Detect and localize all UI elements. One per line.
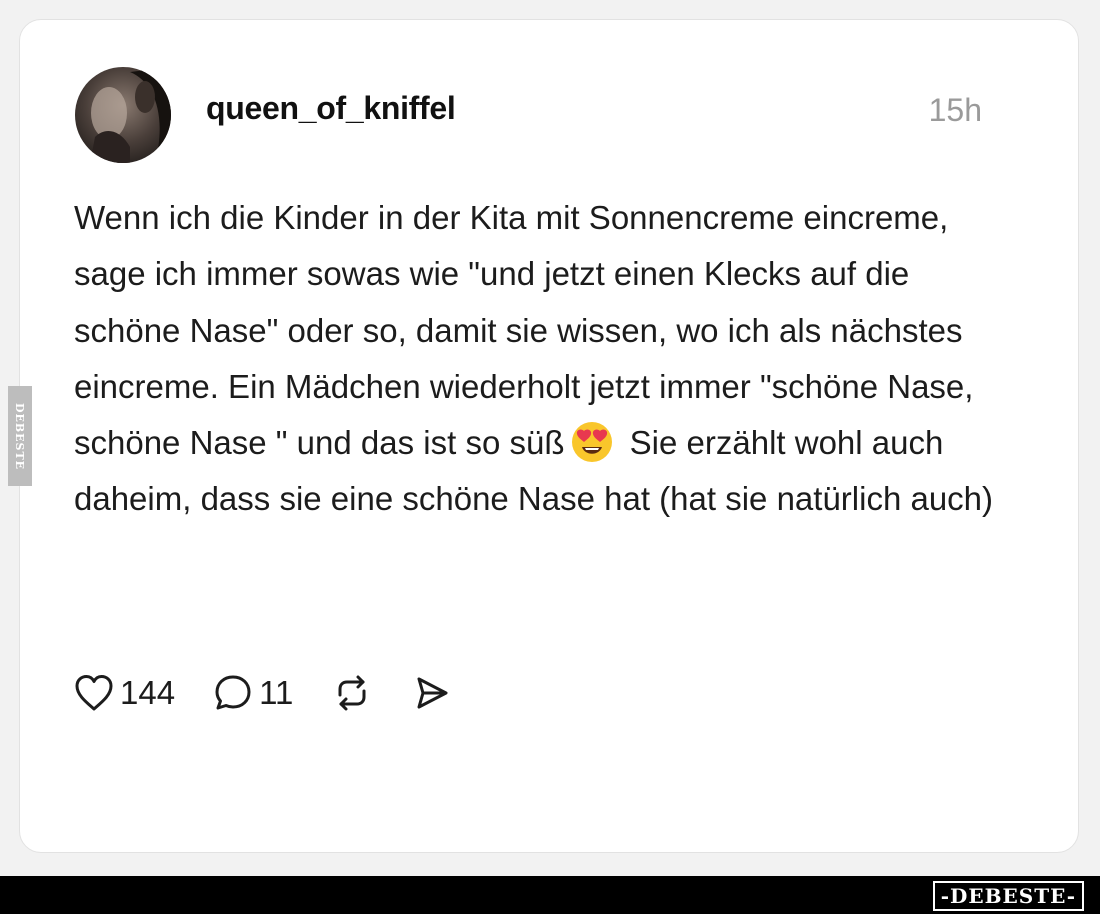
- like-button[interactable]: 144: [74, 674, 175, 712]
- timestamp: 15h: [928, 92, 982, 128]
- share-button[interactable]: [411, 673, 451, 713]
- debeste-logo: -DEBESTE-: [932, 881, 1084, 911]
- repost-button[interactable]: [331, 673, 373, 713]
- avatar[interactable]: [75, 67, 171, 163]
- heart-eyes-emoji: [570, 420, 614, 464]
- speech-bubble-icon: [213, 673, 253, 713]
- watermark-bar: -DEBESTE-: [0, 876, 1100, 914]
- watermark-side: DEBESTE: [8, 386, 32, 486]
- heart-icon: [74, 674, 114, 712]
- post-card: queen_of_kniffel 15h Wenn ich die Kinder…: [19, 19, 1079, 853]
- send-icon: [411, 673, 451, 713]
- post-text: Wenn ich die Kinder in der Kita mit Sonn…: [74, 190, 994, 528]
- post-text-part-1: Wenn ich die Kinder in der Kita mit Sonn…: [74, 199, 974, 462]
- like-count: 144: [120, 674, 176, 711]
- action-bar: 144 11: [74, 668, 489, 718]
- comment-count: 11: [259, 674, 294, 711]
- watermark-side-text: DEBESTE: [13, 402, 27, 470]
- repost-icon: [331, 673, 373, 713]
- comment-button[interactable]: 11: [213, 673, 293, 713]
- username[interactable]: queen_of_kniffel: [206, 90, 456, 127]
